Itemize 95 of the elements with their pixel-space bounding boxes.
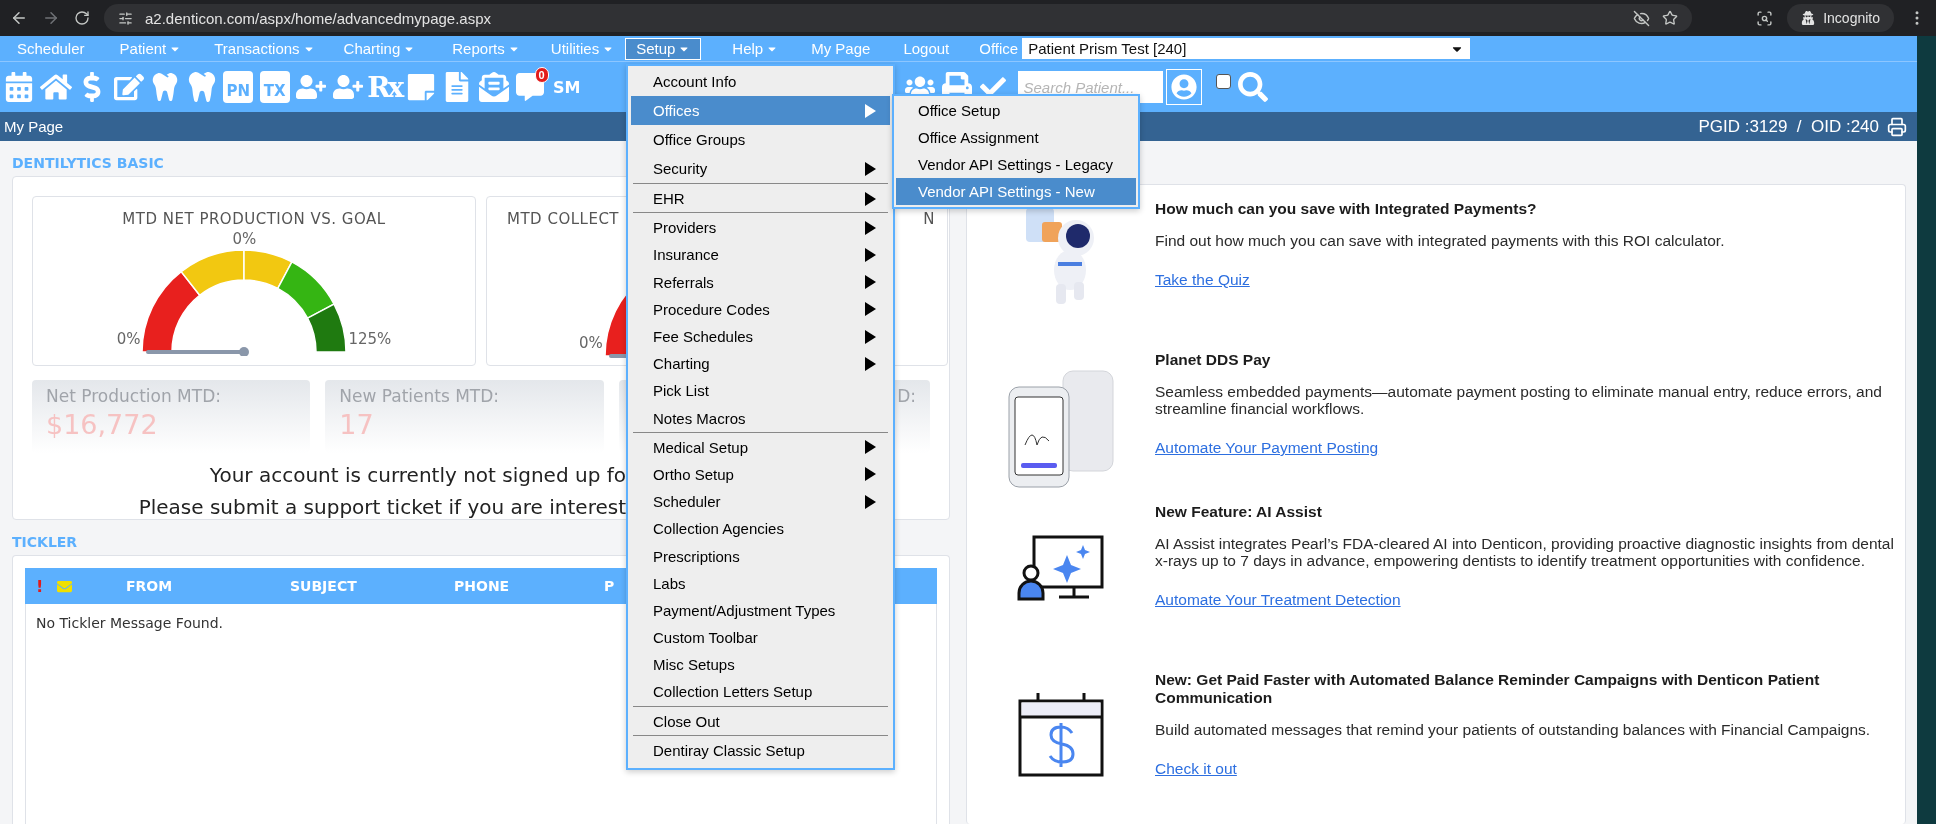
nav-menu-item[interactable]: Setup [625,37,702,60]
menu-item[interactable]: Vendor API Settings - Legacy [896,151,1136,178]
gauge-title: MTD COLLECT [507,210,620,228]
back-icon[interactable] [10,9,28,27]
address-bar[interactable]: a2.denticon.com/aspx/home/advancedmypage.aspx [104,4,1693,32]
section-heading: TICKLER [12,534,78,550]
column-header: SUBJECT [290,578,357,594]
submenu-arrow-icon [865,494,876,509]
submenu-arrow-icon [865,220,876,235]
ai-assist-icon [1017,535,1105,601]
forward-icon[interactable] [42,9,60,27]
menu-item[interactable]: Labs [631,569,890,597]
gauge-value: 0% [232,230,257,248]
alert-mark: ! [36,576,44,596]
submenu-arrow-icon [865,440,876,455]
menu-item[interactable]: Offices [631,96,890,125]
gauge-max-label: 125% [348,330,392,348]
gauge-min-label: 0% [116,330,141,348]
gauge-title-fragment: N [923,210,935,228]
practice-ids: PGID :3129 / OID :240 [1698,116,1879,137]
submenu-arrow-icon [865,161,876,176]
menu-item[interactable]: Scheduler [631,488,890,516]
search-patient-button[interactable] [1165,69,1202,105]
notice-text: Please submit a support ticket if you are interest [138,495,626,519]
reload-icon[interactable] [74,10,90,26]
menu-item[interactable]: Insurance [631,241,890,269]
menu-item[interactable]: Referrals [631,268,890,296]
promo-title: New: Get Paid Faster with Automated Balance Reminder Campaigns with Denticon Patient Communication [1155,671,1821,707]
promo-link[interactable]: Automate Your Treatment Detection [1155,591,1401,609]
submenu-arrow-icon [865,247,876,262]
envelope-icon [57,578,73,594]
section-heading: DENTILYTICS BASIC [12,155,164,171]
menu-item[interactable]: Custom Toolbar [631,624,890,652]
stat-label: D: [897,386,916,406]
menu-item[interactable]: Medical Setup [631,433,890,461]
submenu-arrow-icon [865,467,876,482]
menu-item[interactable]: Vendor API Settings - New [896,178,1136,205]
promo-title: Planet DDS Pay [1155,351,1272,369]
submenu-arrow-icon [865,329,876,344]
promo-title: How much can you save with Integrated Payments? [1155,200,1538,218]
menu-item[interactable]: Charting [631,350,890,378]
menu-item[interactable]: Account Info [631,67,890,96]
lens-icon[interactable] [1756,9,1774,27]
notice-text: Your account is currently not signed up fo [209,463,626,487]
print-icon[interactable] [1887,116,1907,137]
site-settings-icon[interactable] [118,10,133,26]
promo-text: Find out how much you can save with integrated payments with this ROI calculator. [1155,232,1726,249]
menu-item[interactable]: EHR [631,185,890,213]
calendar-dollar-icon [1018,693,1104,777]
menu-item[interactable]: Collection Letters Setup [631,678,890,706]
stat-label: New Patients MTD: [339,386,500,406]
menu-item[interactable]: Close Out [631,707,890,735]
menu-item[interactable]: Pick List [631,377,890,405]
stat-value: 17 [339,409,374,440]
star-icon[interactable] [1662,10,1679,26]
submenu-arrow-icon [865,302,876,317]
promo-text: Build automated messages that remind your patients of outstanding balances with Financial Campaigns. [1155,721,1872,738]
empty-message: No Tickler Message Found. [36,615,224,631]
menu-item[interactable]: Dentiray Classic Setup [631,736,890,764]
menu-item[interactable]: Misc Setups [631,651,890,679]
promo-link[interactable]: Take the Quiz [1155,271,1250,289]
group-checkbox[interactable] [1215,73,1231,89]
promo-text: Seamless embedded payments—automate payment posting to eliminate manual entry, reduce errors, and streamline financial workflows. [1155,383,1883,417]
menu-item[interactable]: Security [631,154,890,183]
promo-title: New Feature: AI Assist [1155,503,1323,521]
gauge-title: MTD NET PRODUCTION VS. GOAL [122,210,386,228]
menu-item[interactable]: Ortho Setup [631,460,890,489]
menu-item[interactable]: Fee Schedules [631,322,890,351]
page-title: My Page [4,118,64,135]
submenu-arrow-icon [865,103,876,118]
stat-label: Net Production MTD: [46,386,221,406]
menu-item[interactable]: Office Groups [631,125,890,154]
column-header: P [604,578,615,594]
promo-text: AI Assist integrates Pearl’s FDA-cleared AI into Denticon, providing proactive diagnostic insights from dental x-rays up to 7 days in advance, empowering dentists to identify treatment opportunities with confidence. [1155,535,1895,569]
menu-item[interactable]: Payment/Adjustment Types [631,596,890,624]
promo-link[interactable]: Check it out [1155,760,1237,778]
gauge-min-label: 0% [579,334,603,352]
submenu-arrow-icon [865,191,876,206]
eye-off-icon[interactable] [1633,9,1651,27]
menu-item[interactable]: Office Assignment [896,124,1136,151]
menu-item[interactable]: Prescriptions [631,542,890,570]
incognito-icon [1801,11,1816,25]
submenu-arrow-icon [865,275,876,290]
office-select[interactable]: Patient Prism Test [240] [1022,38,1471,59]
submenu-arrow-icon [865,356,876,371]
stat-value: $16,772 [46,409,158,440]
menu-item[interactable]: Notes Macros [631,404,890,432]
column-header: PHONE [454,578,510,594]
incognito-button[interactable]: Incognito [1787,4,1894,32]
promo-link[interactable]: Automate Your Payment Posting [1155,439,1379,457]
menu-item[interactable]: Procedure Codes [631,295,890,323]
menu-item[interactable]: Providers [631,214,890,242]
column-header: FROM [126,578,173,594]
menu-item[interactable]: Collection Agencies [631,515,890,543]
office-label: Office [979,40,1019,57]
